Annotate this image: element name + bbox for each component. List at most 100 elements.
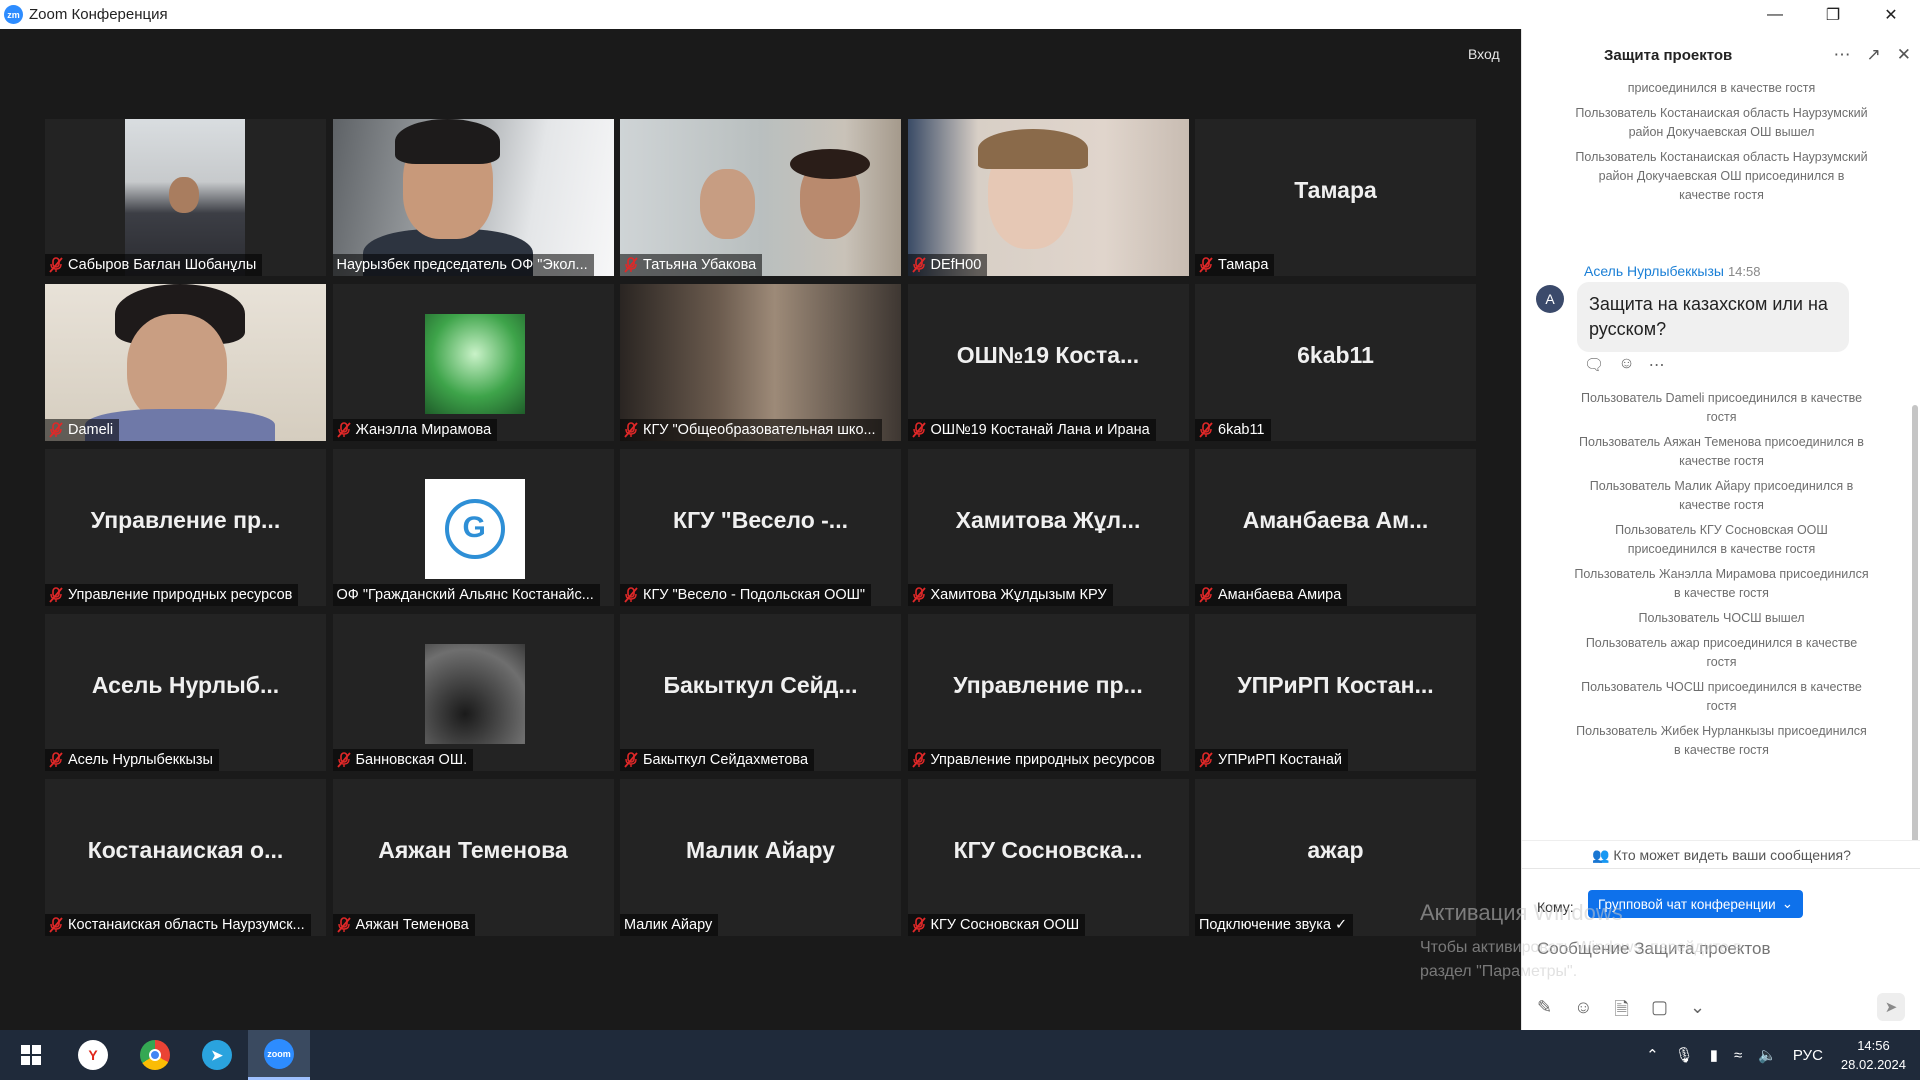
participant-name-label: Малик Айару: [620, 914, 719, 936]
more-actions-icon[interactable]: ⋯: [1649, 355, 1665, 375]
participant-name: Асель Нурлыбеккызы: [68, 752, 213, 768]
participant-tile[interactable]: Бакыткул Сейд... Бакыткул Сейдахметова: [620, 614, 901, 771]
mic-muted-icon: [1199, 587, 1213, 603]
close-chat-icon[interactable]: ✕: [1897, 45, 1911, 65]
who-can-see-link[interactable]: 👥 Кто может видеть ваши сообщения?: [1522, 840, 1920, 868]
reply-icon[interactable]: 🗨: [1584, 355, 1604, 375]
participant-tile[interactable]: УПРиРП Костан... УПРиРП Костанай: [1195, 614, 1476, 771]
chevron-down-icon: ⌄: [1781, 896, 1794, 911]
system-message: Пользователь Аяжан Теменова присоединилс…: [1579, 435, 1864, 468]
chat-messages[interactable]: присоединился в качестве гостя Пользовате…: [1522, 85, 1920, 840]
mic-muted-icon: [49, 587, 63, 603]
participant-tile[interactable]: ОШ№19 Коста... ОШ№19 Костанай Лана и Иран…: [907, 284, 1189, 441]
participant-tile[interactable]: Костанаиская о... Костанаиская область На…: [45, 779, 326, 936]
telegram-icon: ➤: [202, 1040, 232, 1070]
participant-tile[interactable]: КГУ Сосновска... КГУ Сосновская ООШ: [907, 779, 1189, 936]
participant-name-label: Банновская ОШ.: [332, 749, 474, 771]
participant-tile[interactable]: Малик Айару Малик Айару: [620, 779, 901, 936]
participant-tile[interactable]: Управление пр... Управление природных рес…: [907, 614, 1189, 771]
message-time: 14:58: [1727, 264, 1761, 279]
participant-video: [45, 284, 326, 441]
participant-tile[interactable]: Хамитова Жұл... Хамитова Жұлдызым КРУ: [907, 449, 1189, 606]
system-message: Пользователь Жанэлла Мирамова присоедини…: [1574, 567, 1869, 600]
mic-muted-icon: [624, 257, 638, 273]
participant-name: Подключение звука ✓: [1199, 917, 1348, 933]
participant-name: Аманбаева Амира: [1218, 587, 1342, 603]
close-button[interactable]: ✕: [1862, 0, 1920, 29]
participant-name-label: Наурызбек председатель ОФ "Экол...: [332, 254, 594, 276]
participant-tile[interactable]: Татьяна Убакова: [620, 119, 901, 276]
mic-muted-icon: [1199, 422, 1213, 438]
participant-display-name: Тамара: [1294, 177, 1377, 203]
participant-tile[interactable]: Сабыров Бағлан Шобанұлы: [45, 119, 326, 276]
participant-display-name: Малик Айару: [686, 837, 835, 863]
windows-activation-text: Чтобы активировать Windows, перейдите в …: [1420, 939, 1742, 980]
participant-name: Сабыров Бағлан Шобанұлы: [68, 257, 257, 273]
minimize-button[interactable]: —: [1746, 0, 1804, 29]
participant-name-label: Dameli: [45, 419, 120, 441]
message-bubble[interactable]: Защита на казахском или на русском?: [1577, 282, 1849, 352]
avatar: A: [1536, 285, 1564, 313]
participant-name-label: ОШ№19 Костанай Лана и Ирана: [907, 419, 1156, 441]
chrome-button[interactable]: [124, 1030, 186, 1080]
participant-tile[interactable]: G ОФ "Гражданский Альянс Костанайс...: [332, 449, 614, 606]
participant-name-label: Хамитова Жұлдызым КРУ: [907, 584, 1113, 606]
emoji-icon[interactable]: ☺: [1574, 997, 1592, 1027]
more-tools-chevron-icon[interactable]: ⌄: [1690, 997, 1705, 1027]
participant-name: ОШ№19 Костанай Лана и Ирана: [930, 422, 1150, 438]
participant-tile[interactable]: Жанэлла Мирамова: [332, 284, 614, 441]
format-icon[interactable]: ✎: [1537, 997, 1552, 1027]
screenshot-icon[interactable]: ▢: [1651, 997, 1668, 1027]
tray-chevron-icon[interactable]: ⌃: [1646, 1046, 1659, 1064]
participant-tile[interactable]: Банновская ОШ.: [332, 614, 614, 771]
mic-muted-icon: [911, 752, 926, 768]
participant-name-label: Управление природных ресурсов: [907, 749, 1161, 771]
participant-tile[interactable]: Dameli: [45, 284, 326, 441]
pop-out-icon[interactable]: ↗: [1867, 45, 1881, 65]
participant-name-label: Бакыткул Сейдахметова: [620, 749, 815, 771]
video-gallery: Вход Сабыров Бағлан Шобанұлы Наурызбек пр…: [0, 29, 1521, 1030]
participant-name-label: Тамара: [1195, 254, 1275, 276]
participant-tile[interactable]: Тамара Тамара: [1195, 119, 1476, 276]
volume-icon[interactable]: 🔈: [1758, 1046, 1777, 1064]
participant-name-label: Татьяна Убакова: [620, 254, 763, 276]
participant-name: DEfH00: [930, 257, 982, 273]
emoji-reaction-icon[interactable]: ☺: [1618, 355, 1634, 375]
participant-tile[interactable]: Аяжан Теменова Аяжан Теменова: [332, 779, 614, 936]
clock-time: 14:56: [1857, 1038, 1890, 1053]
participant-tile[interactable]: DEfH00: [907, 119, 1189, 276]
system-message: Пользователь ЧОСШ вышел: [1638, 611, 1805, 625]
participant-tile[interactable]: 6kab11 6kab11: [1195, 284, 1476, 441]
restore-button[interactable]: ❐: [1804, 0, 1862, 29]
participant-tile[interactable]: Управление пр... Управление природных рес…: [45, 449, 326, 606]
participant-grid: Сабыров Бағлан Шобанұлы Наурызбек председ…: [45, 119, 1476, 936]
microphone-icon[interactable]: 🎙: [1675, 1046, 1694, 1064]
participant-display-name: Хамитова Жұл...: [955, 507, 1141, 533]
zoom-taskbar-button[interactable]: zoom: [248, 1030, 310, 1080]
clock[interactable]: 14:56 28.02.2024: [1841, 1036, 1906, 1074]
participant-tile[interactable]: КГУ "Весело -... КГУ "Весело - Подольская…: [620, 449, 901, 606]
wifi-icon[interactable]: ≈: [1734, 1047, 1742, 1064]
participant-tile[interactable]: Наурызбек председатель ОФ "Экол...: [332, 119, 614, 276]
participant-display-name: Аяжан Теменова: [378, 837, 568, 863]
start-button[interactable]: [0, 1030, 62, 1080]
telegram-button[interactable]: ➤: [186, 1030, 248, 1080]
file-icon[interactable]: 🗎: [1614, 997, 1628, 1027]
yandex-browser-button[interactable]: Y: [62, 1030, 124, 1080]
participant-tile[interactable]: Аманбаева Ам... Аманбаева Амира: [1195, 449, 1476, 606]
participant-tile[interactable]: Асель Нурлыб... Асель Нурлыбеккызы: [45, 614, 326, 771]
battery-icon[interactable]: ▮: [1710, 1046, 1718, 1064]
mic-muted-icon: [49, 917, 63, 933]
more-options-icon[interactable]: ⋯: [1834, 45, 1851, 65]
mic-muted-icon: [336, 422, 351, 438]
enter-button[interactable]: Вход: [1468, 46, 1500, 62]
participant-tile[interactable]: КГУ "Общеобразовательная шко...: [620, 284, 901, 441]
participant-display-name: ажар: [1307, 837, 1364, 863]
who-can-see-text: Кто может видеть ваши сообщения?: [1613, 847, 1851, 863]
mic-muted-icon: [911, 257, 926, 273]
language-indicator[interactable]: РУС: [1793, 1047, 1823, 1064]
send-button[interactable]: ➤: [1877, 993, 1905, 1021]
chat-scrollbar[interactable]: [1912, 405, 1918, 840]
participant-display-name: КГУ "Весело -...: [673, 507, 848, 533]
mic-muted-icon: [49, 422, 63, 438]
